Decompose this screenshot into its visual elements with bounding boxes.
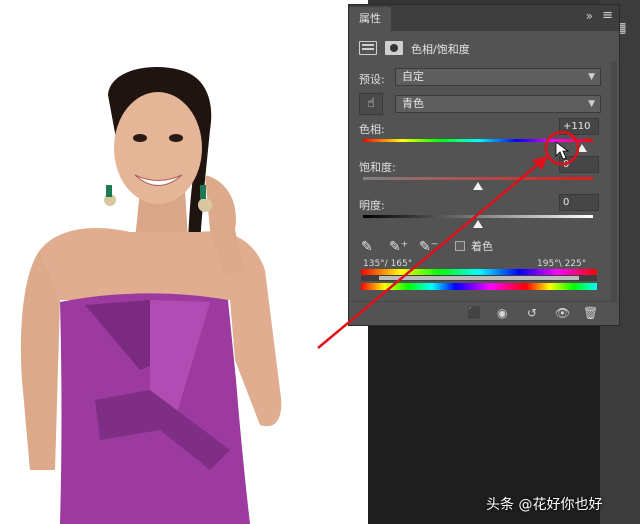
watermark: 头条 @花好你也好 [486, 497, 603, 513]
annotation-overlay [317, 130, 580, 349]
mouse-cursor-icon [555, 141, 570, 160]
annotation-arrow [317, 155, 549, 349]
